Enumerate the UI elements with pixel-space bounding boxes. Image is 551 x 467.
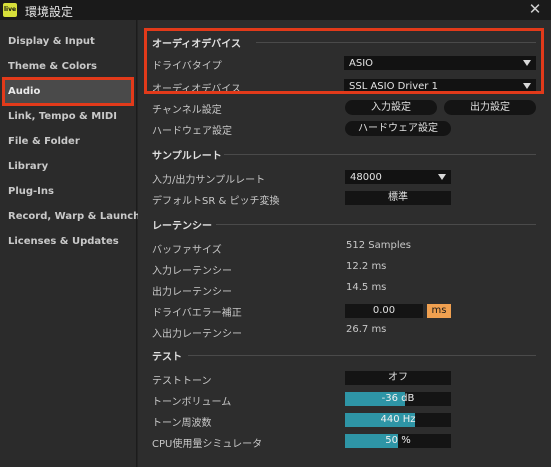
io-sample-rate-label: 入力/出力サンプルレート xyxy=(152,175,266,186)
overall-latency-value: 26.7 ms xyxy=(346,324,387,335)
section-divider xyxy=(188,355,536,356)
output-latency-label: 出力レーテンシー xyxy=(152,287,232,298)
input-config-button[interactable]: 入力設定 xyxy=(345,100,437,115)
driver-error-comp-label: ドライバエラー補正 xyxy=(152,308,242,319)
latency-heading: レーテンシー xyxy=(152,221,212,232)
io-sample-rate-value: 48000 xyxy=(350,172,382,183)
ms-unit-badge: ms xyxy=(427,304,451,318)
sidebar-item-link-tempo-midi[interactable]: Link, Tempo & MIDI xyxy=(0,104,137,129)
sidebar-item-file-folder[interactable]: File & Folder xyxy=(0,129,137,154)
sidebar-item-licenses-updates[interactable]: Licenses & Updates xyxy=(0,229,137,254)
audio-device-heading: オーディオデバイス xyxy=(152,39,241,50)
audio-device-dropdown[interactable]: SSL ASIO Driver 1 xyxy=(344,79,536,93)
input-latency-label: 入力レーテンシー xyxy=(152,266,232,277)
dropdown-arrow-icon xyxy=(438,174,446,180)
test-heading: テスト xyxy=(152,352,182,363)
audio-device-value: SSL ASIO Driver 1 xyxy=(349,81,438,92)
sidebar-item-theme-colors[interactable]: Theme & Colors xyxy=(0,54,137,79)
sidebar-item-library[interactable]: Library xyxy=(0,154,137,179)
window-title: 環境設定 xyxy=(25,5,74,19)
ableton-live-icon: live xyxy=(3,3,17,17)
overall-latency-label: 入出力レーテンシー xyxy=(152,329,242,340)
close-icon[interactable]: ✕ xyxy=(527,1,543,17)
test-tone-label: テストトーン xyxy=(152,376,212,387)
section-divider xyxy=(256,42,536,43)
output-latency-value: 14.5 ms xyxy=(346,282,387,293)
tone-frequency-label: トーン周波数 xyxy=(152,418,212,429)
channel-config-label: チャンネル設定 xyxy=(152,105,222,116)
sidebar-item-record-warp-launch[interactable]: Record, Warp & Launch xyxy=(0,204,140,229)
sidebar-item-audio[interactable]: Audio xyxy=(2,77,134,106)
section-divider xyxy=(224,154,536,155)
title-bar: live 環境設定 ✕ xyxy=(0,0,551,20)
driver-type-value: ASIO xyxy=(349,58,374,69)
dropdown-arrow-icon xyxy=(523,83,531,89)
hardware-setup-button[interactable]: ハードウェア設定 xyxy=(345,121,451,136)
buffer-size-value[interactable]: 512 Samples xyxy=(346,240,411,251)
hardware-setup-label: ハードウェア設定 xyxy=(152,126,232,137)
dropdown-arrow-icon xyxy=(523,60,531,66)
test-tone-toggle[interactable]: オフ xyxy=(345,371,451,385)
tone-volume-slider[interactable]: -36 dB xyxy=(345,392,451,406)
preferences-sidebar: Display & Input Theme & Colors Audio Lin… xyxy=(0,20,140,467)
tone-volume-value: -36 dB xyxy=(381,393,415,404)
cpu-simulator-slider[interactable]: 50 % xyxy=(345,434,451,448)
default-sr-selector[interactable]: 標準 xyxy=(345,191,451,205)
default-sr-label: デフォルトSR & ピッチ変換 xyxy=(152,196,280,207)
driver-type-dropdown[interactable]: ASIO xyxy=(344,56,536,70)
tone-frequency-slider[interactable]: 440 Hz xyxy=(345,413,451,427)
audio-device-label: オーディオデバイス xyxy=(152,84,241,95)
cpu-simulator-label: CPU使用量シミュレータ xyxy=(152,439,263,450)
input-latency-value: 12.2 ms xyxy=(346,261,387,272)
output-config-button[interactable]: 出力設定 xyxy=(444,100,536,115)
sidebar-item-display-input[interactable]: Display & Input xyxy=(0,29,137,54)
buffer-size-label: バッファサイズ xyxy=(152,245,222,256)
driver-error-comp-field[interactable]: 0.00 xyxy=(345,304,423,318)
sample-rate-heading: サンプルレート xyxy=(152,151,222,162)
tone-volume-label: トーンボリューム xyxy=(152,397,232,408)
io-sample-rate-dropdown[interactable]: 48000 xyxy=(345,170,451,184)
tone-frequency-value: 440 Hz xyxy=(380,414,416,425)
driver-type-label: ドライバタイプ xyxy=(152,61,222,72)
cpu-simulator-value: 50 % xyxy=(385,435,411,446)
section-divider xyxy=(216,224,536,225)
audio-preferences-panel: オーディオデバイス ドライバタイプ ASIO オーディオデバイス SSL ASI… xyxy=(138,20,551,467)
sidebar-item-plug-ins[interactable]: Plug-Ins xyxy=(0,179,137,204)
